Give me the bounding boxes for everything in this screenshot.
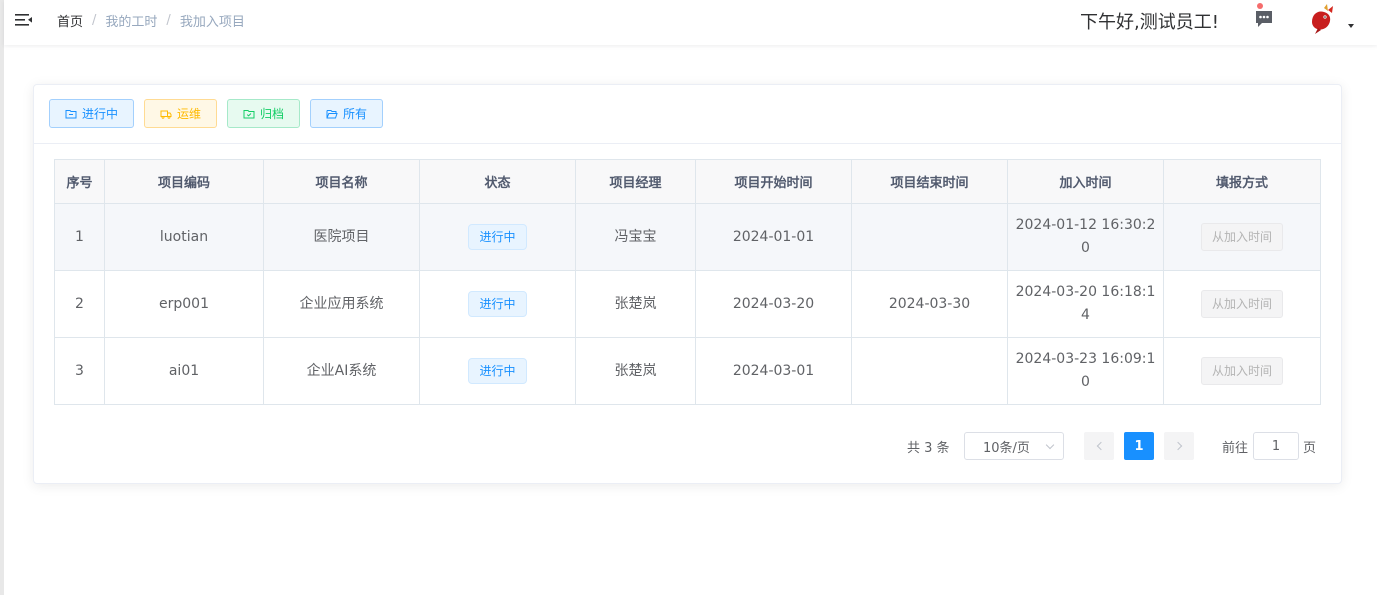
prev-page-button[interactable] — [1084, 432, 1114, 460]
cell-start: 2024-03-01 — [695, 337, 852, 405]
next-page-button[interactable] — [1164, 432, 1194, 460]
cell-manager: 张楚岚 — [575, 270, 696, 338]
column-header: 加入时间 — [1007, 159, 1164, 204]
joined-date: 2024-01-12 16:30:2 — [1015, 217, 1156, 233]
status-badge: 进行中 — [468, 224, 527, 250]
fill-method-button[interactable]: 从加入时间 — [1201, 357, 1283, 385]
breadcrumb-home[interactable]: 首页 — [57, 11, 83, 30]
joined-date: 2024-03-20 16:18:1 — [1015, 284, 1156, 300]
table-header-row: 序号 项目编码 项目名称 状态 项目经理 项目开始时间 项目结束时间 加入时间 … — [54, 159, 1321, 204]
joined-tail: 0 — [1081, 374, 1090, 390]
cell-manager: 冯宝宝 — [575, 203, 696, 271]
cell-code: erp001 — [104, 270, 264, 338]
filter-label: 归档 — [259, 107, 284, 121]
fill-method-button[interactable]: 从加入时间 — [1201, 223, 1283, 251]
filter-bar: 进行中 运维 归档 所有 — [34, 85, 1341, 144]
goto-label: 前往 — [1222, 441, 1249, 456]
project-table: 序号 项目编码 项目名称 状态 项目经理 项目开始时间 项目结束时间 加入时间 … — [54, 159, 1321, 405]
cell-end: 2024-03-30 — [851, 270, 1008, 338]
cell-joined: 2024-01-12 16:30:2 0 — [1007, 203, 1164, 271]
filter-ops-button[interactable]: 运维 — [144, 99, 217, 128]
breadcrumb-separator: / — [92, 13, 97, 28]
message-icon[interactable] — [1253, 8, 1275, 30]
pagination: 共 3 条 10条/页 1 前往 页 — [34, 432, 1341, 460]
page-size-select[interactable]: 10条/页 — [964, 432, 1064, 460]
status-badge: 进行中 — [468, 358, 527, 384]
cell-end — [851, 203, 1008, 271]
goto-page-input[interactable] — [1253, 432, 1299, 460]
cell-method: 从加入时间 — [1163, 203, 1321, 271]
chevron-left-icon — [1096, 441, 1105, 451]
cell-index: 1 — [54, 203, 105, 271]
fill-method-button[interactable]: 从加入时间 — [1201, 290, 1283, 318]
greeting-text: 下午好,测试员工! — [1080, 12, 1219, 33]
cell-manager: 张楚岚 — [575, 337, 696, 405]
joined-date: 2024-03-23 16:09:1 — [1015, 351, 1156, 367]
cell-index: 2 — [54, 270, 105, 338]
cell-status: 进行中 — [419, 337, 576, 405]
cell-method: 从加入时间 — [1163, 270, 1321, 338]
status-badge: 进行中 — [468, 291, 527, 317]
table-row[interactable]: 1 luotian 医院项目 进行中 冯宝宝 2024-01-01 2024-0… — [54, 203, 1321, 271]
truck-icon — [160, 110, 172, 119]
page-size-value: 10条/页 — [983, 440, 1030, 456]
navbar: 首页 / 我的工时 / 我加入项目 下午好,测试员工! — [4, 0, 1377, 45]
cell-name: 医院项目 — [263, 203, 420, 271]
table-row[interactable]: 3 ai01 企业AI系统 进行中 张楚岚 2024-03-01 2024-03… — [54, 337, 1321, 405]
column-header: 项目经理 — [575, 159, 696, 204]
column-header: 项目结束时间 — [851, 159, 1008, 204]
column-header: 项目编码 — [104, 159, 264, 204]
app-root: 首页 / 我的工时 / 我加入项目 下午好,测试员工! 进行中 运维 归档 所有… — [0, 0, 1377, 595]
avatar[interactable] — [1306, 4, 1338, 36]
column-header: 序号 — [54, 159, 105, 204]
cell-status: 进行中 — [419, 270, 576, 338]
column-header: 状态 — [419, 159, 576, 204]
archive-icon — [243, 109, 255, 118]
page-number-current[interactable]: 1 — [1124, 432, 1154, 460]
cell-code: ai01 — [104, 337, 264, 405]
hamburger-icon[interactable] — [14, 10, 34, 30]
chevron-down-icon — [1045, 440, 1055, 450]
column-header: 项目开始时间 — [695, 159, 852, 204]
breadcrumb-my-hours[interactable]: 我的工时 — [105, 11, 157, 30]
breadcrumb-separator: / — [166, 13, 171, 28]
cell-end — [851, 337, 1008, 405]
cell-index: 3 — [54, 337, 105, 405]
cell-code: luotian — [104, 203, 264, 271]
breadcrumb-current: 我加入项目 — [179, 15, 245, 30]
caret-down-icon[interactable] — [1348, 24, 1354, 28]
cell-joined: 2024-03-23 16:09:1 0 — [1007, 337, 1164, 405]
goto-suffix: 页 — [1303, 441, 1317, 456]
cell-method: 从加入时间 — [1163, 337, 1321, 405]
cell-name: 企业AI系统 — [263, 337, 420, 405]
folder-open-icon — [326, 109, 338, 118]
cell-name: 企业应用系统 — [263, 270, 420, 338]
sidebar-edge — [0, 0, 4, 595]
filter-all-button[interactable]: 所有 — [310, 99, 383, 128]
joined-tail: 0 — [1081, 240, 1090, 256]
cell-start: 2024-01-01 — [695, 203, 852, 271]
cell-status: 进行中 — [419, 203, 576, 271]
column-header: 项目名称 — [263, 159, 420, 204]
chevron-right-icon — [1173, 441, 1182, 451]
column-header: 填报方式 — [1163, 159, 1321, 204]
breadcrumb: 首页 / 我的工时 / 我加入项目 — [57, 11, 245, 30]
cell-joined: 2024-03-20 16:18:1 4 — [1007, 270, 1164, 338]
filter-label: 进行中 — [81, 107, 118, 121]
folder-icon — [65, 109, 77, 118]
filter-in-progress-button[interactable]: 进行中 — [49, 99, 134, 128]
table-row[interactable]: 2 erp001 企业应用系统 进行中 张楚岚 2024-03-20 2024-… — [54, 270, 1321, 338]
filter-label: 运维 — [176, 107, 201, 121]
filter-archive-button[interactable]: 归档 — [227, 99, 300, 128]
joined-tail: 4 — [1081, 307, 1090, 323]
total-count: 共 3 条 — [907, 441, 950, 456]
cell-start: 2024-03-20 — [695, 270, 852, 338]
filter-label: 所有 — [342, 107, 367, 121]
project-card: 进行中 运维 归档 所有 序号 项目编码 项目名称 状态 项目经理 项目开始时间… — [33, 84, 1342, 484]
